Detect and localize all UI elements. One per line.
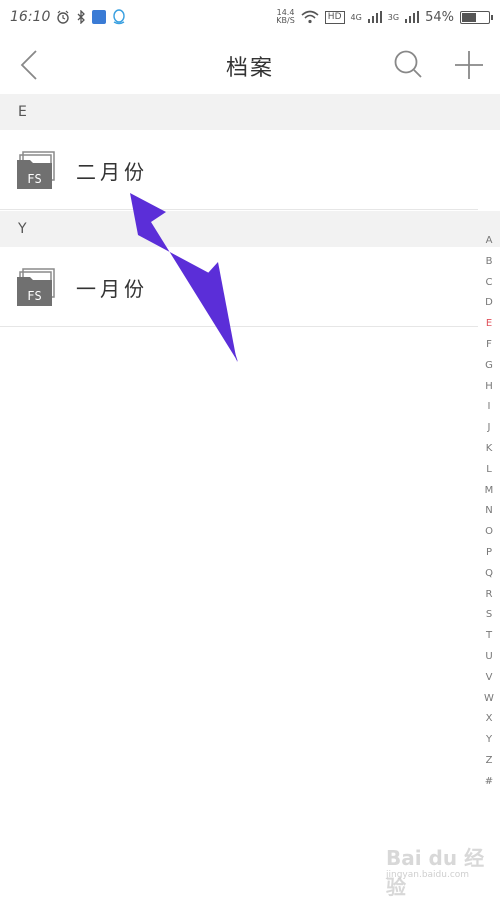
alphabet-letter-e[interactable]: E xyxy=(486,314,492,335)
alphabet-letter-s[interactable]: S xyxy=(486,605,492,626)
section-header-y: Y xyxy=(0,211,500,247)
alphabet-letter-p[interactable]: P xyxy=(486,543,492,564)
signal-icon-2 xyxy=(405,11,420,23)
search-icon[interactable] xyxy=(392,48,424,80)
folder-icon-text: FS xyxy=(27,289,41,303)
qq-icon xyxy=(113,9,126,25)
alphabet-letter-u[interactable]: U xyxy=(485,647,492,668)
alphabet-letter-w[interactable]: W xyxy=(484,689,494,710)
alphabet-letter-c[interactable]: C xyxy=(486,273,493,294)
add-icon[interactable] xyxy=(452,48,486,82)
status-bar: 16:10 14.4 KB/S HD 4G 3G 54% xyxy=(0,0,500,34)
hd-badge: HD xyxy=(324,10,345,24)
folder-icon: FS xyxy=(17,151,55,189)
alphabet-letter-d[interactable]: D xyxy=(485,293,493,314)
network-speed: 14.4 KB/S xyxy=(276,9,295,25)
alphabet-letter-n[interactable]: N xyxy=(485,501,492,522)
alphabet-letter-b[interactable]: B xyxy=(486,252,493,273)
alphabet-letter-m[interactable]: M xyxy=(485,481,494,502)
network-4g: 4G xyxy=(350,12,362,22)
alphabet-letter-q[interactable]: Q xyxy=(485,564,493,585)
alphabet-index[interactable]: A B C D E F G H I J K L M N O P Q R S T U V W X Y Z # xyxy=(478,231,500,793)
alphabet-letter-l[interactable]: L xyxy=(486,460,492,481)
alphabet-letter-k[interactable]: K xyxy=(486,439,493,460)
alphabet-letter-j[interactable]: J xyxy=(488,418,491,439)
alphabet-letter-i[interactable]: I xyxy=(488,397,491,418)
baidu-watermark: Bai du 经验 jingyan.baidu.com xyxy=(386,842,496,899)
battery-fill xyxy=(462,12,476,22)
alphabet-letter-f[interactable]: F xyxy=(486,335,492,356)
alphabet-letter-g[interactable]: G xyxy=(485,356,493,377)
alphabet-letter-hash[interactable]: # xyxy=(485,772,493,793)
folder-label: 二月份 xyxy=(76,160,148,184)
bluetooth-icon xyxy=(77,10,86,24)
battery-icon xyxy=(460,10,493,24)
alphabet-letter-z[interactable]: Z xyxy=(486,751,493,772)
app-header: 档案 xyxy=(0,34,500,94)
folder-item-february[interactable]: FS 二月份 xyxy=(0,130,478,210)
alphabet-letter-y[interactable]: Y xyxy=(486,730,492,751)
wifi-icon xyxy=(301,10,319,24)
page-title: 档案 xyxy=(225,56,274,81)
status-time: 16:10 xyxy=(10,9,51,25)
speed-unit: KB/S xyxy=(276,16,295,25)
network-3g: 3G xyxy=(387,12,400,22)
folder-icon-text: FS xyxy=(27,172,41,186)
alphabet-letter-t[interactable]: T xyxy=(486,626,492,647)
folder-label: 一月份 xyxy=(76,277,148,301)
alphabet-letter-r[interactable]: R xyxy=(486,585,493,606)
alphabet-letter-x[interactable]: X xyxy=(486,709,493,730)
signal-icon xyxy=(367,11,382,23)
folder-icon: FS xyxy=(17,268,55,306)
watermark-url: jingyan.baidu.com xyxy=(386,870,470,880)
alphabet-letter-o[interactable]: O xyxy=(485,522,493,543)
status-bar-left: 16:10 xyxy=(0,9,136,25)
alphabet-letter-h[interactable]: H xyxy=(485,377,493,398)
section-header-e: E xyxy=(0,94,500,130)
folder-item-january[interactable]: FS 一月份 xyxy=(0,247,478,327)
alarm-icon xyxy=(57,10,70,24)
shield-app-icon xyxy=(92,10,107,24)
status-bar-right: 14.4 KB/S HD 4G 3G 54% xyxy=(266,9,500,25)
alphabet-letter-v[interactable]: V xyxy=(486,668,493,689)
alphabet-letter-a[interactable]: A xyxy=(486,231,493,252)
battery-percent: 54% xyxy=(425,9,454,25)
